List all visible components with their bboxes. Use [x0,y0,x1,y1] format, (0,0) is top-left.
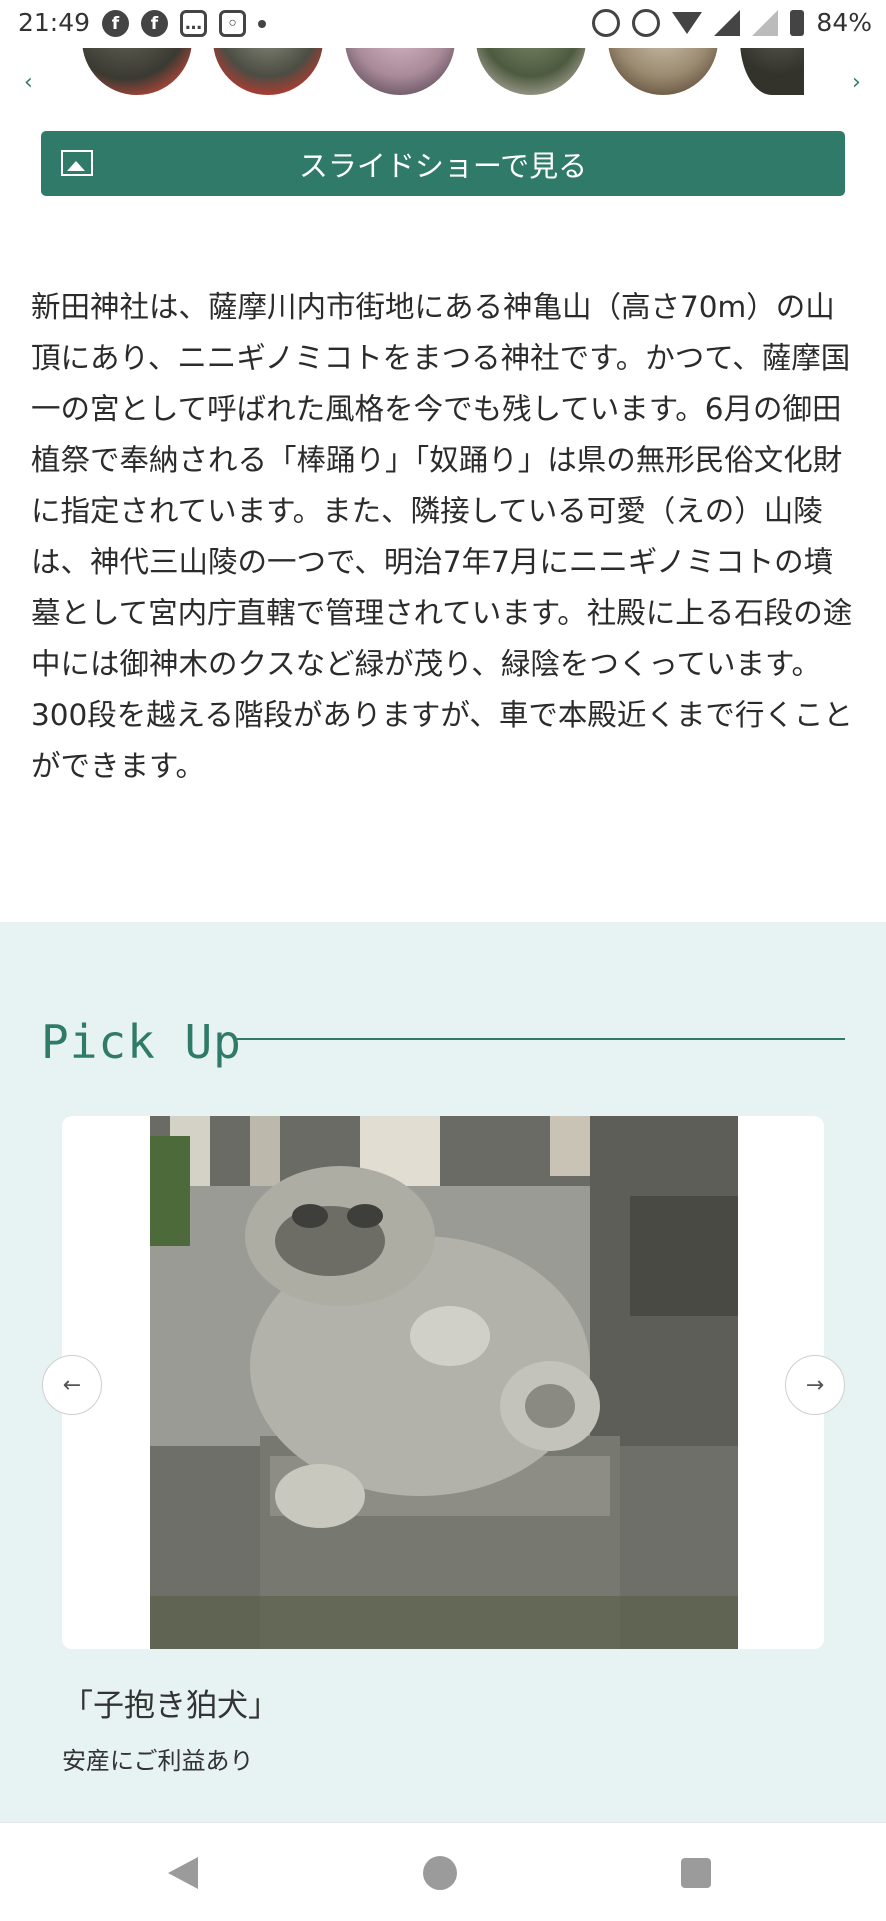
sync-icon [632,8,661,37]
signal-icon [714,9,741,36]
komainu-photo [150,1116,738,1649]
facebook-icon: f [141,10,168,37]
strip-next-arrow[interactable]: › [852,70,861,95]
system-icons: 84% [592,8,872,37]
pickup-caption-subtitle: 安産にご利益あり [62,1747,254,1775]
battery-percent: 84% [816,8,872,37]
strip-prev-arrow[interactable]: ‹ [24,70,33,95]
notification-icons: f f … ◦ [102,10,266,37]
system-nav-bar [0,1822,886,1921]
recent-apps-icon[interactable] [681,1858,711,1888]
signal-icon [752,9,779,36]
image-icon [61,150,93,176]
home-icon[interactable] [423,1856,457,1890]
alarm-icon [592,8,621,37]
slideshow-label: スライドショーで見る [298,148,588,183]
pickup-caption-title: 「子抱き狛犬」 [62,1688,279,1724]
back-icon[interactable] [168,1857,198,1889]
status-bar: 21:49 f f … ◦ 84% [0,0,886,48]
divider [237,1038,845,1040]
chat-icon: … [180,10,207,37]
status-time: 21:49 [18,8,91,37]
next-slide-button[interactable]: → [785,1355,845,1415]
battery-icon [790,9,805,36]
instagram-icon: ◦ [219,10,246,37]
pickup-card[interactable] [62,1116,824,1649]
dot-icon [258,20,266,28]
wifi-icon [672,11,703,34]
pickup-title: Pick Up [41,1015,242,1069]
facebook-icon: f [102,10,129,37]
slideshow-button[interactable]: スライドショーで見る [41,131,845,196]
shrine-description: 新田神社は、薩摩川内市街地にある神亀山（高さ70m）の山頂にあり、ニニギノミコト… [31,290,853,783]
prev-slide-button[interactable]: ← [42,1355,102,1415]
